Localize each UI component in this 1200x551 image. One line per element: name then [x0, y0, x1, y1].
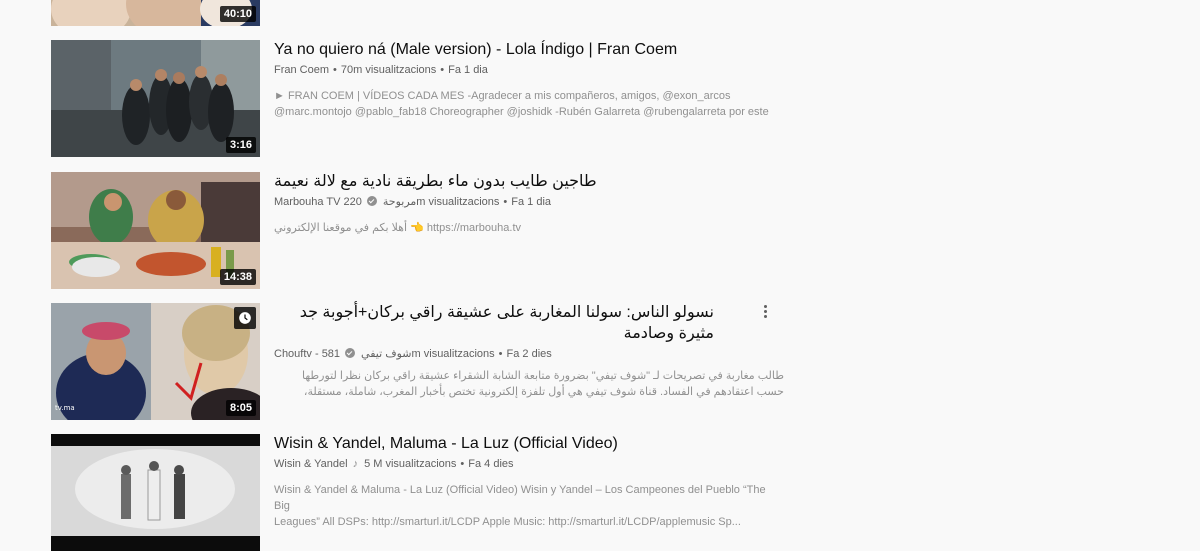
upload-age: Fa 1 dia [511, 196, 552, 208]
search-results-list: 40:10 3:16 Ya no quiero ná (Male version… [0, 0, 1200, 551]
video-duration: 40:10 [219, 6, 256, 22]
video-info: Ya no quiero ná (Male version) - Lola Ín… [274, 39, 784, 120]
video-thumbnail[interactable] [51, 434, 260, 551]
video-duration: 3:16 [225, 137, 256, 153]
verified-check-icon [345, 348, 356, 358]
description-line: Leagues” All DSPs: http://smarturl.it/LC… [274, 516, 741, 528]
separator: • [460, 458, 465, 470]
description-line: ► FRAN COEM | VÍDEOS CADA MES -Agradecer… [274, 90, 731, 102]
video-thumbnail[interactable]: 3:16 [51, 40, 260, 157]
video-info: Wisin & Yandel, Maluma - La Luz (Officia… [274, 433, 784, 530]
video-description: ► FRAN COEM | VÍDEOS CADA MES -Agradecer… [274, 88, 784, 120]
upload-age: Fa 1 dia [448, 64, 488, 76]
more-vert-icon [763, 309, 767, 313]
upload-age: Fa 4 dies [468, 458, 514, 470]
music-note-icon: ♪ [352, 458, 359, 470]
view-count: 70m visualitzacions [340, 64, 437, 76]
video-title[interactable]: نسولو الناس: سولنا المغاربة على عشيقة را… [274, 302, 714, 344]
video-title[interactable]: Ya no quiero ná (Male version) - Lola Ín… [274, 39, 784, 60]
upload-age: Fa 2 dies [506, 348, 552, 360]
channel-name[interactable]: Fran Coem [274, 64, 329, 76]
video-description: Wisin & Yandel & Maluma - La Luz (Offici… [274, 482, 784, 530]
more-vert-icon [763, 314, 767, 318]
video-metadata: Fran Coem • 70m visualitzacions • Fa 1 dia [274, 62, 784, 78]
svg-text:tv.ma: tv.ma [55, 404, 75, 412]
description-line: @marc.montojo @pablo_fab18 Choreographer… [274, 106, 769, 118]
more-actions-button[interactable] [757, 303, 773, 319]
video-thumbnail[interactable]: tv.ma 8:05 [51, 303, 260, 420]
video-info: نسولو الناس: سولنا المغاربة على عشيقة را… [274, 302, 784, 400]
video-info: طاجين طايب بدون ماء بطريقة نادية مع لالة… [274, 171, 784, 236]
separator: • [333, 64, 337, 76]
video-metadata: Marbouha TV مربوحة220m visualitzacions • F… [274, 194, 784, 210]
video-metadata: Wisin & Yandel ♪ 5 M visualitzacions • Fa 4 … [274, 456, 784, 472]
video-thumbnail[interactable]: 14:38 [51, 172, 260, 289]
video-duration: 14:38 [219, 269, 256, 285]
video-duration: 8:05 [225, 400, 256, 416]
separator: • [498, 348, 503, 360]
video-description: أهلا بكم في موقعنا الإلكتروني 👈 https://… [274, 220, 784, 236]
channel-name[interactable]: Chouftv - شوف تيفي [274, 348, 412, 360]
clock-icon [239, 312, 251, 324]
video-title[interactable]: Wisin & Yandel, Maluma - La Luz (Officia… [274, 433, 784, 454]
description-line: طالب مغاربة في تصريحات لـ "شوف تيفي" بضر… [302, 370, 784, 382]
video-metadata: Chouftv - شوف تيفي581m visualitzacions • F… [274, 346, 784, 362]
description-line: Wisin & Yandel & Maluma - La Luz (Offici… [274, 484, 766, 512]
separator: • [503, 196, 508, 208]
description-line: حسب اعتقادهم في الفساد. قناة شوف تيفي هي… [303, 386, 784, 398]
video-title[interactable]: طاجين طايب بدون ماء بطريقة نادية مع لالة… [274, 171, 784, 192]
watch-later-button[interactable] [234, 307, 256, 329]
channel-name[interactable]: Wisin & Yandel [274, 458, 348, 470]
thumbnail-image [51, 434, 260, 551]
description-line: أهلا بكم في موقعنا الإلكتروني 👈 https://… [274, 222, 522, 234]
separator: • [440, 64, 445, 76]
verified-check-icon [366, 196, 377, 206]
video-thumbnail[interactable]: 40:10 [51, 0, 260, 26]
view-count: 5 M visualitzacions [364, 458, 457, 470]
more-vert-icon [763, 304, 767, 308]
video-description: طالب مغاربة في تصريحات لـ "شوف تيفي" بضر… [274, 368, 784, 400]
